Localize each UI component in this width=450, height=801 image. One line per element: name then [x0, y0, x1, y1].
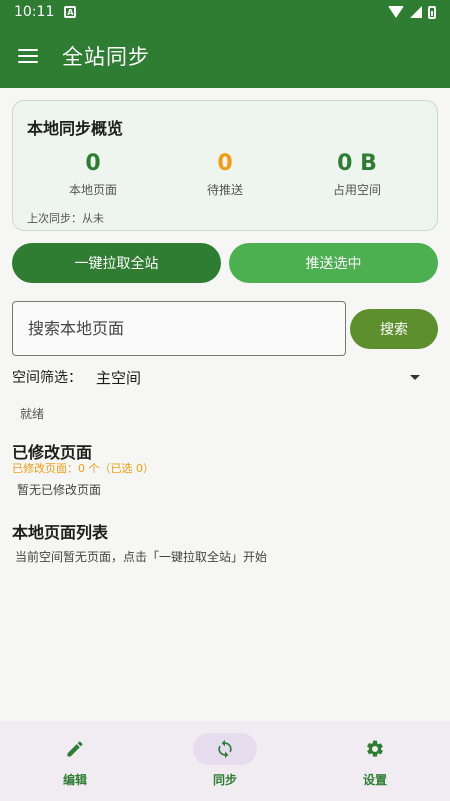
overview-title: 本地同步概览 — [27, 119, 124, 138]
space-select-dropdown[interactable]: 主空间 — [96, 367, 438, 388]
status-time: 10:11 — [14, 4, 55, 20]
bottom-navigation: 编辑 同步 设置 — [0, 721, 450, 801]
signal-icon — [410, 6, 422, 18]
modified-pages-empty: 暂无已修改页面 — [17, 483, 102, 497]
push-selected-button[interactable]: 推送选中 — [229, 243, 438, 283]
pull-all-button[interactable]: 一键拉取全站 — [12, 243, 221, 283]
space-filter-label: 空间筛选： — [12, 370, 82, 386]
dropdown-arrow-icon — [410, 374, 420, 380]
stat-value: 0 — [85, 151, 101, 176]
gear-icon — [367, 740, 383, 757]
search-input[interactable] — [28, 319, 330, 338]
status-text: 就绪 — [20, 407, 45, 421]
space-select-value: 主空间 — [96, 368, 142, 387]
stat-label: 待推送 — [206, 183, 243, 197]
modified-pages-count: 已修改页面：0 个（已选 0） — [12, 462, 154, 475]
pencil-icon — [67, 741, 83, 757]
battery-icon — [428, 5, 436, 19]
status-bar: 10:11 A — [0, 0, 450, 24]
nav-label: 编辑 — [62, 773, 87, 787]
stat-value: 0 — [217, 151, 233, 176]
app-bar: 全站同步 — [0, 24, 450, 88]
menu-icon[interactable] — [18, 49, 38, 63]
nav-item-sync[interactable]: 同步 — [150, 721, 300, 801]
notification-icon: A — [64, 6, 77, 18]
sync-overview-card: 本地同步概览 0 本地页面 0 待推送 0 B 占用空间 上次同步：从未 — [12, 100, 438, 231]
local-pages-title: 本地页面列表 — [12, 523, 109, 542]
stat-label: 占用空间 — [332, 183, 381, 197]
local-pages-empty: 当前空间暂无页面，点击「一键拉取全站」开始 — [15, 550, 268, 564]
overview-stats: 0 本地页面 0 待推送 0 B 占用空间 — [27, 151, 423, 198]
stat-value: 0 B — [337, 151, 377, 176]
stat-local-pages: 0 本地页面 — [27, 151, 159, 198]
stat-storage-used: 0 B 占用空间 — [291, 151, 423, 198]
last-sync-text: 上次同步：从未 — [27, 212, 104, 225]
page-title: 全站同步 — [62, 45, 150, 69]
sync-icon — [218, 739, 232, 759]
stat-pending-push: 0 待推送 — [159, 151, 291, 198]
nav-item-settings[interactable]: 设置 — [300, 721, 450, 801]
stat-label: 本地页面 — [68, 183, 117, 197]
search-field[interactable] — [12, 301, 346, 356]
wifi-icon — [388, 6, 404, 18]
space-filter-row: 空间筛选： 主空间 — [12, 364, 438, 390]
status-icons — [388, 5, 436, 19]
nav-label: 同步 — [212, 773, 237, 787]
search-button[interactable]: 搜索 — [350, 309, 438, 349]
nav-label: 设置 — [362, 773, 387, 787]
nav-item-edit[interactable]: 编辑 — [0, 721, 150, 801]
